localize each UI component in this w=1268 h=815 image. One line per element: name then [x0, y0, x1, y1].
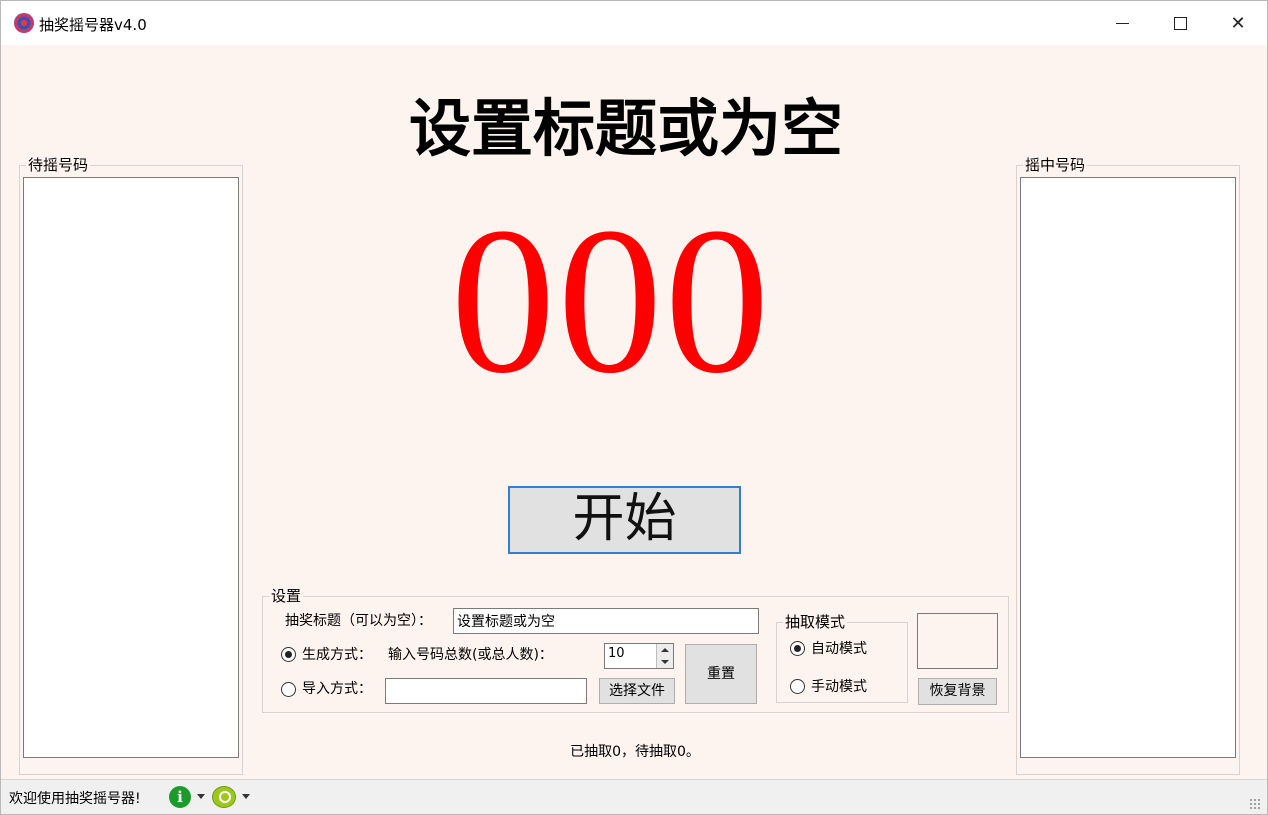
- import-mode-radio[interactable]: [281, 682, 296, 697]
- title-input[interactable]: [453, 608, 759, 634]
- search-icon[interactable]: [212, 786, 236, 808]
- auto-mode-label[interactable]: 自动模式: [811, 640, 867, 658]
- drawn-numbers-list[interactable]: [1020, 177, 1236, 758]
- close-button[interactable]: ✕: [1209, 1, 1267, 45]
- drawn-numbers-label: 摇中号码: [1023, 156, 1088, 174]
- close-icon: ✕: [1230, 12, 1246, 34]
- pending-numbers-label: 待摇号码: [26, 156, 91, 174]
- import-mode-label[interactable]: 导入方式：: [302, 680, 372, 698]
- stepper-buttons[interactable]: [656, 644, 673, 668]
- restore-background-button[interactable]: 恢复背景: [918, 678, 997, 705]
- draw-mode-label: 抽取模式: [783, 613, 848, 631]
- search-dropdown-arrow-icon[interactable]: [242, 794, 250, 799]
- app-window: 抽奖摇号器v4.0 ✕ 待摇号码 摇中号码 设置标题或为空 000 开始 设置 …: [0, 0, 1268, 815]
- stepper-up-icon[interactable]: [661, 648, 669, 652]
- title-field-label: 抽奖标题（可以为空）：: [285, 613, 432, 629]
- number-display: 000: [450, 185, 772, 417]
- welcome-text: 欢迎使用抽奖摇号器!: [9, 791, 141, 807]
- minimize-icon: [1115, 22, 1129, 24]
- total-count-label: 输入号码总数(或总人数)：: [388, 647, 553, 663]
- status-bar: 欢迎使用抽奖摇号器! i: [1, 779, 1267, 814]
- start-button[interactable]: 开始: [508, 486, 741, 554]
- generate-mode-radio[interactable]: [281, 647, 296, 662]
- auto-mode-radio[interactable]: [790, 641, 805, 656]
- stepper-down-icon[interactable]: [661, 660, 669, 664]
- info-icon[interactable]: i: [169, 786, 191, 808]
- lottery-app-icon: [14, 13, 34, 33]
- background-preview[interactable]: [917, 613, 998, 669]
- generate-mode-label[interactable]: 生成方式：: [302, 646, 372, 664]
- manual-mode-label[interactable]: 手动模式: [811, 678, 867, 696]
- lottery-title: 设置标题或为空: [408, 92, 843, 165]
- maximize-button[interactable]: [1151, 1, 1209, 45]
- title-bar[interactable]: 抽奖摇号器v4.0 ✕: [1, 1, 1267, 45]
- draw-status-text: 已抽取0，待抽取0。: [570, 744, 700, 760]
- reset-button[interactable]: 重置: [685, 644, 757, 704]
- total-count-stepper[interactable]: 10: [604, 643, 674, 669]
- info-dropdown-arrow-icon[interactable]: [197, 794, 205, 799]
- pending-numbers-list[interactable]: [23, 177, 239, 758]
- choose-file-button[interactable]: 选择文件: [599, 678, 675, 704]
- resize-grip-icon[interactable]: [1249, 798, 1261, 810]
- total-count-value: 10: [608, 646, 625, 661]
- manual-mode-radio[interactable]: [790, 679, 805, 694]
- maximize-icon: [1173, 16, 1187, 30]
- import-file-input[interactable]: [385, 678, 587, 704]
- settings-label: 设置: [269, 587, 304, 605]
- minimize-button[interactable]: [1093, 1, 1151, 45]
- window-title: 抽奖摇号器v4.0: [39, 16, 147, 34]
